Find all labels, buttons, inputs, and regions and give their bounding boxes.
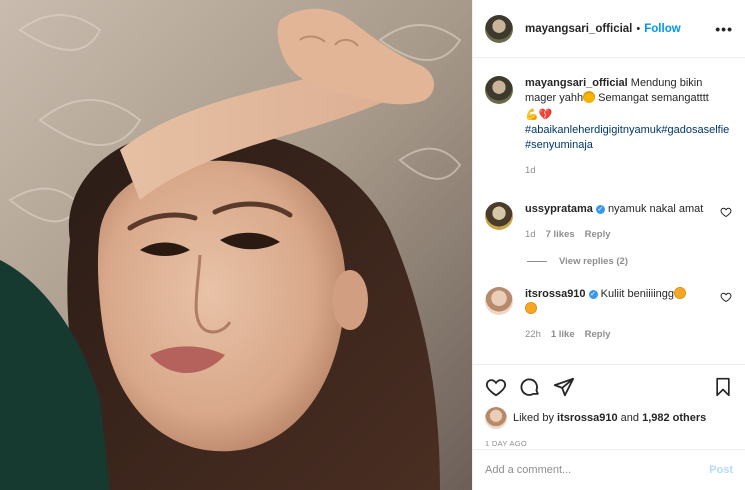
author-avatar[interactable] xyxy=(485,14,513,43)
comment-like-heart-icon[interactable] xyxy=(719,291,733,303)
caption-time[interactable]: 1d xyxy=(525,165,536,176)
flexed-arm-emoji-icon: 💪 xyxy=(525,109,539,121)
comment-username[interactable]: itsrossa910 xyxy=(525,288,586,300)
comment-likes[interactable]: 1 like xyxy=(551,329,575,340)
view-replies-button[interactable]: View replies (2) xyxy=(527,256,745,267)
heart-icon[interactable] xyxy=(485,376,507,398)
instagram-post: mayangsari_official • Follow ••• mayangs… xyxy=(0,0,745,490)
comment-icon[interactable] xyxy=(519,376,541,398)
view-replies-label[interactable]: View replies (2) xyxy=(559,256,628,267)
verified-badge-icon: ✓ xyxy=(595,205,605,214)
caption-meta: 1d xyxy=(525,163,733,178)
likes-count[interactable]: 1,982 others xyxy=(642,412,706,424)
comment-text: Kuliit beniiiingg xyxy=(600,288,674,300)
commenter-avatar[interactable] xyxy=(485,202,513,230)
broken-heart-emoji-icon: 💔 xyxy=(538,109,553,121)
caption-username[interactable]: mayangsari_official xyxy=(525,77,628,89)
separator-dot: • xyxy=(636,22,641,35)
author-username[interactable]: mayangsari_official xyxy=(525,23,632,35)
post-photo[interactable] xyxy=(0,0,472,490)
post-comment-button[interactable]: Post xyxy=(709,464,733,476)
selfie-image xyxy=(0,0,472,490)
caption: mayangsari_official Mendung bikin mager … xyxy=(473,76,745,178)
grinning-emoji-icon xyxy=(583,91,596,103)
comment-meta: 22h 1 like Reply xyxy=(525,327,713,342)
comment-meta: 1d 7 likes Reply xyxy=(525,227,713,242)
liker-avatar[interactable] xyxy=(485,407,507,429)
caption-author-avatar[interactable] xyxy=(485,76,513,104)
comment-input[interactable] xyxy=(485,464,710,476)
comment-body: ussypratama ✓ nyamuk nakal amat 1d 7 likes… xyxy=(525,202,713,242)
comment-item: ussypratama ✓ nyamuk nakal amat 1d 7 likes… xyxy=(473,202,745,242)
bookmark-icon[interactable] xyxy=(713,376,733,398)
caption-body: mayangsari_official Mendung bikin mager … xyxy=(525,76,733,178)
post-sidebar: mayangsari_official • Follow ••• mayangs… xyxy=(472,0,745,490)
follow-button[interactable]: Follow xyxy=(644,23,680,35)
likes-middle: and xyxy=(620,412,640,424)
post-timestamp[interactable]: 1 DAY AGO xyxy=(485,439,733,448)
liker-username[interactable]: itsrossa910 xyxy=(557,412,618,424)
likes-prefix: Liked by xyxy=(513,412,554,424)
comment-body: itsrossa910 ✓ Kuliit beniiiingg 22h 1 like… xyxy=(525,287,713,342)
reply-button[interactable]: Reply xyxy=(585,329,611,340)
caption-text-2: Semangat semangatttt xyxy=(595,92,709,104)
action-icons xyxy=(485,375,733,399)
comment-time[interactable]: 22h xyxy=(525,329,541,340)
comment-text: nyamuk nakal amat xyxy=(607,203,704,215)
post-actions: Liked by itsrossa910 and 1,982 others 1 … xyxy=(473,364,745,449)
post-header: mayangsari_official • Follow ••• xyxy=(473,0,745,58)
heart-eyes-emoji-icon xyxy=(674,287,686,299)
comment-like-heart-icon[interactable] xyxy=(719,206,733,218)
more-options-icon[interactable]: ••• xyxy=(715,21,733,37)
share-icon[interactable] xyxy=(553,376,575,398)
likes-summary: Liked by itsrossa910 and 1,982 others xyxy=(485,407,733,429)
comment-time[interactable]: 1d xyxy=(525,229,536,240)
reply-button[interactable]: Reply xyxy=(585,229,611,240)
commenter-avatar[interactable] xyxy=(485,287,513,315)
verified-badge-icon: ✓ xyxy=(588,290,598,299)
comments-list[interactable]: mayangsari_official Mendung bikin mager … xyxy=(473,58,745,364)
view-replies-line xyxy=(527,261,547,262)
heart-eyes-emoji-icon xyxy=(525,302,537,314)
add-comment-bar: Post xyxy=(473,449,745,490)
caption-hashtags[interactable]: #abaikanleherdigigitnyamuk#gadosaselfie#… xyxy=(525,124,729,151)
comment-likes[interactable]: 7 likes xyxy=(546,229,575,240)
comment-item: itsrossa910 ✓ Kuliit beniiiingg 22h 1 like… xyxy=(473,287,745,342)
comment-username[interactable]: ussypratama xyxy=(525,203,593,215)
